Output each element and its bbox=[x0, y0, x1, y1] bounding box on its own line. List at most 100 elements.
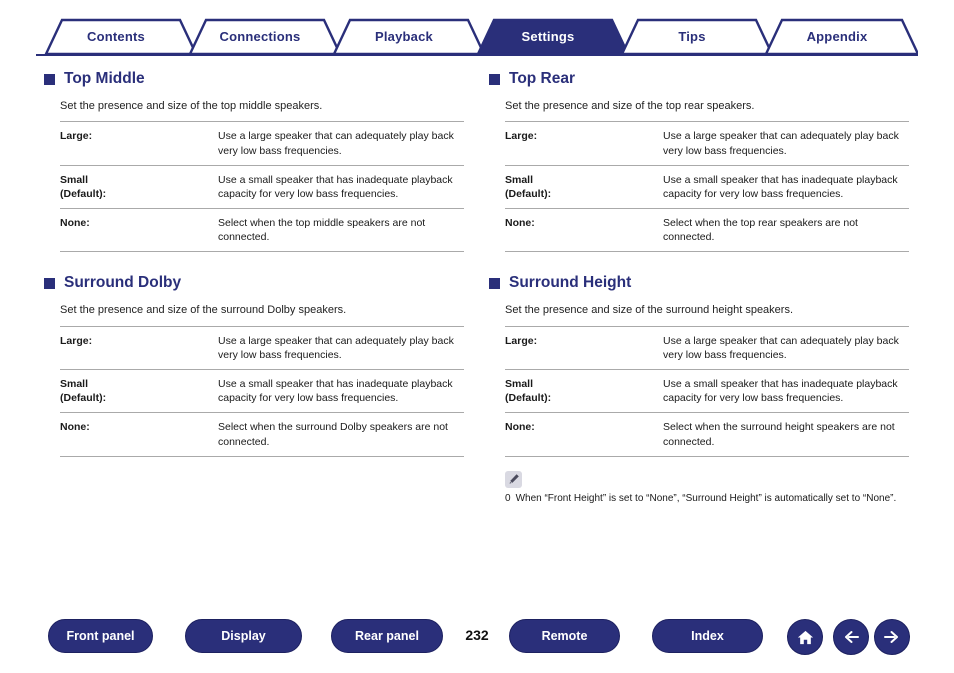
table-row: None: Select when the surround height sp… bbox=[505, 412, 909, 457]
section-description: Set the presence and size of the top rea… bbox=[505, 100, 755, 113]
option-term: Small (Default): bbox=[60, 369, 218, 414]
option-term-label: Large: bbox=[60, 130, 93, 143]
tab-label: Connections bbox=[219, 28, 301, 44]
option-term: Large: bbox=[60, 325, 218, 371]
note-text: When “Front Height” is set to “None”, “S… bbox=[515, 492, 897, 504]
right-column: Top Rear Set the presence and size of th… bbox=[489, 70, 909, 506]
option-description: Select when the top rear speakers are no… bbox=[663, 208, 909, 253]
section-title: Top Rear bbox=[509, 70, 576, 87]
section-heading: Surround Height bbox=[489, 274, 909, 291]
table-row: None: Select when the surround Dolby spe… bbox=[60, 412, 464, 457]
option-description: Select when the top middle speakers are … bbox=[218, 208, 464, 253]
tab-tips[interactable]: Tips bbox=[612, 18, 772, 54]
section-top-rear: Top Rear Set the presence and size of th… bbox=[489, 70, 909, 253]
front-panel-button[interactable]: Front panel bbox=[48, 619, 153, 653]
section-description: Set the presence and size of the surroun… bbox=[60, 304, 347, 317]
options-table: Large: Use a large speaker that can adeq… bbox=[60, 325, 464, 457]
option-description: Select when the surround height speakers… bbox=[663, 412, 909, 457]
page-number: 232 bbox=[465, 627, 489, 643]
remote-button[interactable]: Remote bbox=[509, 619, 620, 653]
square-bullet-icon bbox=[489, 74, 500, 86]
home-icon bbox=[797, 630, 813, 644]
section-description: Set the presence and size of the top mid… bbox=[60, 100, 323, 113]
option-term: Small (Default): bbox=[60, 165, 218, 210]
option-term-label: Large: bbox=[60, 334, 93, 347]
option-term-label: Small bbox=[505, 378, 534, 391]
table-row: Large: Use a large speaker that can adeq… bbox=[60, 325, 464, 371]
option-description: Use a large speaker that can adequately … bbox=[218, 325, 464, 371]
option-term: None: bbox=[60, 412, 218, 457]
table-row: Large: Use a large speaker that can adeq… bbox=[60, 121, 464, 166]
tab-contents[interactable]: Contents bbox=[36, 18, 196, 54]
tab-appendix[interactable]: Appendix bbox=[756, 18, 918, 54]
tab-bar-baseline bbox=[36, 54, 918, 56]
option-description: Use a large speaker that can adequately … bbox=[663, 325, 909, 371]
tab-playback[interactable]: Playback bbox=[324, 18, 484, 54]
section-heading: Surround Dolby bbox=[44, 274, 464, 291]
option-description: Use a large speaker that can adequately … bbox=[663, 121, 909, 166]
tab-label: Appendix bbox=[806, 28, 868, 44]
option-description: Use a small speaker that has inadequate … bbox=[663, 165, 909, 210]
option-term-label: Large: bbox=[505, 130, 538, 143]
options-table: Large: Use a large speaker that can adeq… bbox=[505, 325, 909, 457]
tab-connections[interactable]: Connections bbox=[180, 18, 340, 54]
display-button[interactable]: Display bbox=[185, 619, 302, 653]
option-description: Use a small speaker that has inadequate … bbox=[218, 165, 464, 210]
section-top-middle: Top Middle Set the presence and size of … bbox=[44, 70, 464, 253]
table-row: None: Select when the top middle speaker… bbox=[60, 208, 464, 253]
tab-bar: Contents Connections Playback Settings T… bbox=[36, 18, 918, 56]
section-title: Surround Dolby bbox=[64, 274, 182, 292]
option-term-label: None: bbox=[505, 217, 535, 230]
tab-label: Settings bbox=[521, 28, 575, 44]
section-title: Surround Height bbox=[509, 274, 632, 292]
section-surround-height: Surround Height Set the presence and siz… bbox=[489, 274, 909, 457]
table-row: Small (Default): Use a small speaker tha… bbox=[60, 165, 464, 210]
option-term: Small (Default): bbox=[505, 165, 663, 210]
tab-label: Contents bbox=[87, 28, 145, 44]
option-term: None: bbox=[505, 412, 663, 457]
option-term: Large: bbox=[505, 325, 663, 371]
tab-label: Tips bbox=[678, 28, 706, 44]
note-block: 0 When “Front Height” is set to “None”, … bbox=[505, 470, 909, 506]
option-term: None: bbox=[505, 208, 663, 253]
square-bullet-icon bbox=[489, 278, 500, 290]
tab-label: Playback bbox=[375, 28, 433, 44]
option-term: None: bbox=[60, 208, 218, 253]
option-term: Large: bbox=[505, 121, 663, 166]
note-line: 0 When “Front Height” is set to “None”, … bbox=[505, 492, 909, 506]
option-term-label: None: bbox=[60, 421, 90, 434]
option-term-default: (Default): bbox=[60, 392, 107, 405]
arrow-left-icon bbox=[845, 631, 859, 643]
option-description: Use a large speaker that can adequately … bbox=[218, 121, 464, 166]
back-button[interactable] bbox=[833, 619, 869, 655]
index-button[interactable]: Index bbox=[652, 619, 763, 653]
option-description: Select when the surround Dolby speakers … bbox=[218, 412, 464, 457]
section-description: Set the presence and size of the surroun… bbox=[505, 304, 794, 317]
section-heading: Top Middle bbox=[44, 70, 464, 87]
option-term-label: Small bbox=[60, 173, 89, 186]
tab-settings[interactable]: Settings bbox=[468, 18, 628, 54]
arrow-right-icon bbox=[884, 631, 898, 643]
option-term-label: None: bbox=[505, 421, 535, 434]
option-description: Use a small speaker that has inadequate … bbox=[218, 369, 464, 414]
left-column: Top Middle Set the presence and size of … bbox=[44, 70, 464, 461]
option-term-default: (Default): bbox=[60, 187, 107, 200]
option-term-label: Large: bbox=[505, 334, 538, 347]
square-bullet-icon bbox=[44, 278, 55, 290]
home-button[interactable] bbox=[787, 619, 823, 655]
option-term-default: (Default): bbox=[505, 187, 552, 200]
section-title: Top Middle bbox=[64, 70, 145, 87]
bottom-nav-bar: Front panel Display Rear panel 232 Remot… bbox=[0, 619, 954, 655]
table-row: None: Select when the top rear speakers … bbox=[505, 208, 909, 253]
note-bullet-icon: 0 bbox=[505, 492, 511, 504]
pencil-glyph bbox=[509, 474, 519, 484]
options-table: Large: Use a large speaker that can adeq… bbox=[505, 121, 909, 253]
table-row: Large: Use a large speaker that can adeq… bbox=[505, 121, 909, 166]
table-row: Large: Use a large speaker that can adeq… bbox=[505, 325, 909, 371]
option-description: Use a small speaker that has inadequate … bbox=[663, 369, 909, 414]
section-surround-dolby: Surround Dolby Set the presence and size… bbox=[44, 274, 464, 457]
rear-panel-button[interactable]: Rear panel bbox=[331, 619, 443, 653]
table-row: Small (Default): Use a small speaker tha… bbox=[505, 369, 909, 414]
section-heading: Top Rear bbox=[489, 70, 909, 87]
forward-button[interactable] bbox=[874, 619, 910, 655]
